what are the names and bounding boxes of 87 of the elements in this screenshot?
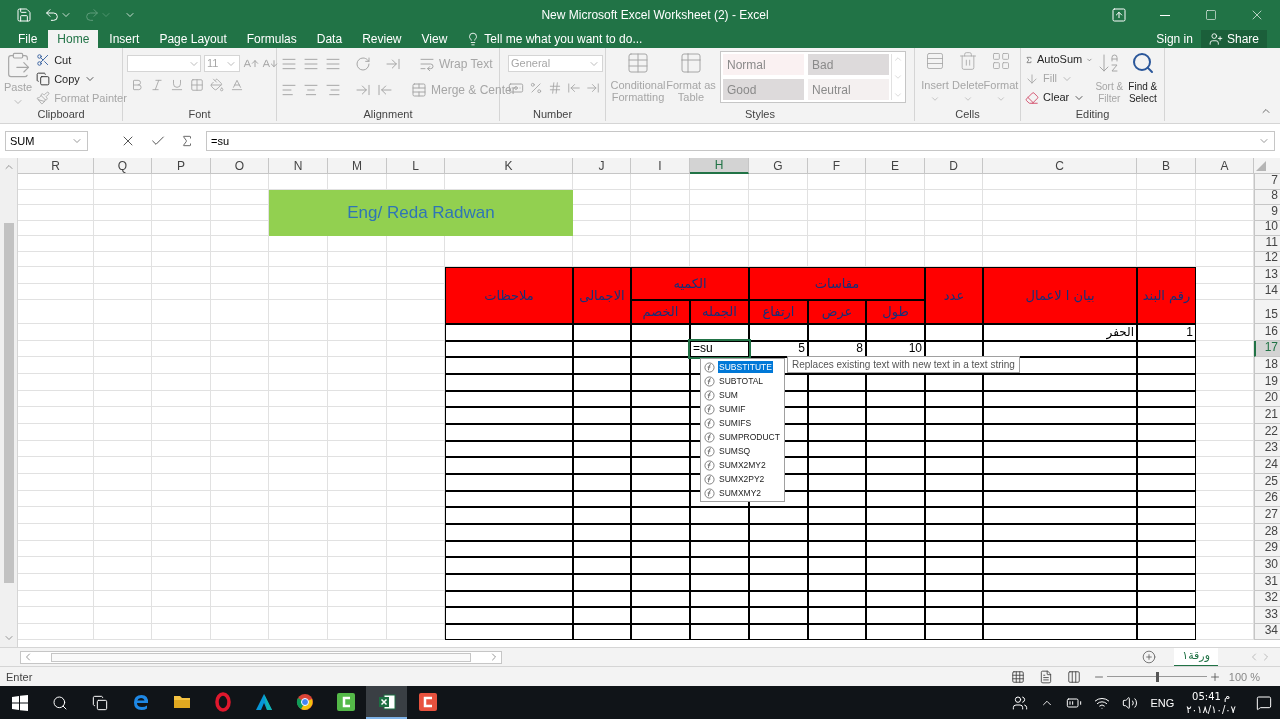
share-button[interactable]: Share (1200, 30, 1267, 48)
group-label: Clipboard (37, 107, 85, 123)
autocomplete-item[interactable]: SUBTOTAL (701, 374, 784, 388)
tooltip: Replaces existing text with new text in a text string (787, 356, 1020, 373)
sheet-tab[interactable]: ورقة١ (1174, 647, 1218, 667)
row-header[interactable]: 33 (1254, 607, 1280, 624)
ribbon-tab[interactable]: Home (48, 30, 99, 48)
table-header-cell: الجمله (690, 300, 749, 324)
group-label: Cells (955, 106, 980, 122)
row-header[interactable]: 30 (1254, 557, 1280, 574)
ribbon-tab[interactable]: Insert (100, 30, 149, 48)
ribbon-tab[interactable]: Formulas (237, 30, 306, 48)
column-header[interactable]: N (269, 158, 328, 174)
formula-field[interactable]: =su (206, 131, 1275, 151)
tell-me-field[interactable]: Tell me what you want to do... (484, 30, 643, 48)
column-header[interactable]: K (445, 158, 573, 174)
table-cell: الحفر (983, 324, 1137, 341)
group-label: Number (532, 106, 573, 122)
window-title: New Microsoft Excel Worksheet (2) - Excel (541, 7, 769, 24)
row-header[interactable]: 21 (1254, 407, 1280, 424)
ribbon-tab[interactable]: Page Layout (150, 30, 236, 48)
title-banner: Eng/ Reda Radwan (269, 189, 573, 236)
table-header-cell: عرض (808, 300, 866, 324)
group-label: Alignment (363, 106, 413, 122)
table-header-cell: بيان ا لاعمال (983, 267, 1137, 324)
row-header[interactable]: 27 (1254, 507, 1280, 524)
row-header[interactable]: 16 (1254, 324, 1280, 341)
table-header-cell: مقاسات (749, 267, 925, 300)
table-header-cell: الكميه (631, 267, 749, 300)
table-header-cell: عدد (925, 267, 983, 324)
column-header[interactable]: P (152, 158, 211, 174)
table-header-cell: الاجمالى (573, 267, 631, 324)
column-header[interactable]: O (211, 158, 269, 174)
autocomplete-item[interactable]: SUMX2MY2 (701, 458, 784, 472)
clock-time[interactable]: 05:41 م (1192, 689, 1231, 703)
table-cell: =su (690, 340, 749, 358)
row-header[interactable]: 18 (1254, 357, 1280, 374)
column-header[interactable]: C (983, 158, 1137, 174)
column-header[interactable]: A (1196, 158, 1254, 174)
sign-in-link[interactable]: Sign in (1148, 30, 1201, 48)
group-label: Editing (1075, 106, 1110, 122)
table-header-cell: ارتفاع (749, 300, 808, 324)
column-header[interactable]: E (866, 158, 925, 174)
row-header[interactable]: 11 (1254, 236, 1280, 252)
copy-button[interactable]: Copy (36, 70, 127, 88)
group-label: Styles (745, 106, 775, 122)
autosum-button[interactable]: AutoSum (1025, 51, 1093, 68)
column-header[interactable]: M (328, 158, 387, 174)
column-header[interactable]: I (631, 158, 690, 174)
ribbon-tab[interactable]: Data (307, 30, 352, 48)
autocomplete-item[interactable]: SUMSQ (701, 444, 784, 458)
column-header[interactable]: D (925, 158, 983, 174)
column-header[interactable]: L (387, 158, 445, 174)
column-header[interactable]: B (1137, 158, 1196, 174)
autocomplete-item[interactable]: SUM (701, 388, 784, 402)
row-header[interactable]: 13 (1254, 267, 1280, 284)
column-header[interactable]: G (749, 158, 808, 174)
column-header[interactable]: R (18, 158, 94, 174)
find-select-button[interactable]: Find & Select (1125, 51, 1160, 107)
cut-button[interactable]: Cut (36, 51, 127, 69)
column-header[interactable]: F (808, 158, 866, 174)
ribbon-tab[interactable]: View (412, 30, 457, 48)
autocomplete-item[interactable]: SUMX2PY2 (701, 472, 784, 486)
row-header[interactable]: 24 (1254, 457, 1280, 474)
table-header-cell: ملاحظات (445, 267, 573, 324)
autocomplete-item[interactable]: SUMXMY2 (701, 486, 784, 500)
autocomplete-item[interactable]: SUMPRODUCT (701, 430, 784, 444)
autocomplete-item[interactable]: SUMIFS (701, 416, 784, 430)
column-header[interactable]: J (573, 158, 631, 174)
column-header[interactable]: Q (94, 158, 152, 174)
table-cell: 1 (1137, 324, 1196, 341)
group-label: Font (188, 106, 211, 122)
clock-date[interactable]: ٢٠١٨/١٠/٠٧ (1186, 702, 1236, 716)
status-mode: Enter (6, 669, 33, 685)
autocomplete-item[interactable]: SUMIF (701, 402, 784, 416)
ribbon-tab[interactable]: Review (353, 30, 411, 48)
column-header[interactable]: H (690, 158, 749, 174)
ribbon-tab[interactable]: File (9, 30, 47, 48)
language-indicator[interactable]: ENG (1150, 694, 1175, 712)
row-header[interactable]: 15 (1254, 300, 1280, 324)
table-header-cell: رقم البند (1137, 267, 1196, 324)
name-box[interactable]: SUM (5, 131, 88, 151)
table-header-cell: طول (866, 300, 925, 324)
clear-button[interactable]: Clear (1025, 89, 1093, 106)
row-header[interactable]: 9 (1254, 205, 1280, 221)
table-header-cell: الخصم (631, 300, 690, 324)
row-header[interactable]: 7 (1254, 174, 1280, 190)
